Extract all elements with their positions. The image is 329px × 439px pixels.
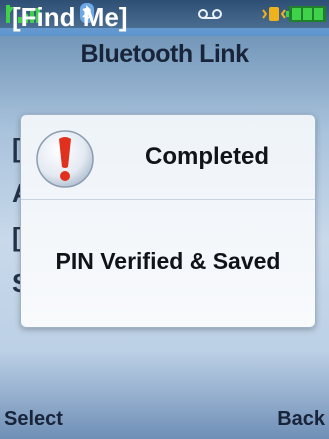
page-title: Bluetooth Link <box>80 40 249 68</box>
list-item-label: [Find Me] <box>12 2 128 32</box>
battery-icon <box>286 6 326 22</box>
completed-dialog: Completed PIN Verified & Saved <box>20 114 316 328</box>
softkey-bar: Select Back <box>0 398 329 439</box>
dialog-title: Completed <box>144 143 269 170</box>
alert-icon <box>36 130 94 188</box>
phone-screen: Bluetooth Link [Find Me] [ A [ S Complet <box>0 0 329 439</box>
back-softkey[interactable]: Back <box>277 408 325 431</box>
dialog-message: PIN Verified & Saved <box>55 248 281 274</box>
vibrate-icon <box>262 7 286 21</box>
select-softkey[interactable]: Select <box>4 408 63 431</box>
voicemail-icon <box>198 9 222 19</box>
dialog-header: Completed <box>21 115 315 200</box>
